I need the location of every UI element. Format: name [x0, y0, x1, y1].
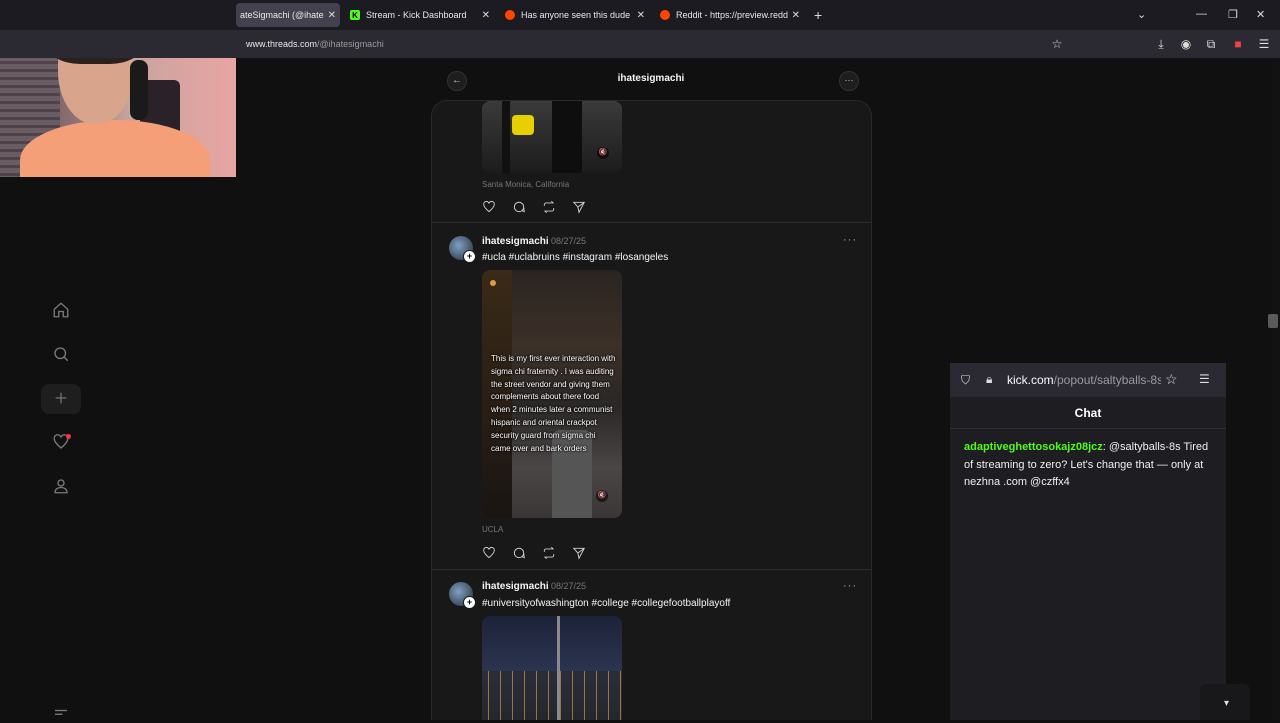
tab-kick-dashboard[interactable]: K Stream - Kick Dashboard ✕ [346, 3, 494, 27]
close-icon[interactable]: ✕ [482, 10, 490, 21]
like-icon[interactable] [482, 200, 496, 214]
reddit-favicon-icon [660, 10, 670, 20]
download-icon[interactable]: ⤓ [1153, 36, 1169, 52]
tab-title: Has anyone seen this dude on [521, 10, 633, 20]
url-text[interactable]: www.threads.com/@ihatesigmachi [246, 39, 384, 49]
feed: 🔇 Santa Monica, California + ihatesigmac… [431, 100, 872, 720]
more-icon[interactable]: ··· [839, 71, 859, 91]
follow-plus-icon[interactable]: + [463, 250, 476, 263]
post-more-icon[interactable]: ··· [843, 580, 857, 592]
post-text[interactable]: #universityofwashington #college #colleg… [482, 598, 730, 609]
tab-title: ateSigmachi (@ihatesigm [240, 10, 324, 20]
chat-url-text[interactable]: kick.com/popout/saltyballs-8s [1007, 373, 1161, 387]
chat-url-bar[interactable]: ⛉ 🔒︎ kick.com/popout/saltyballs-8s ☆ ☰ [950, 363, 1226, 397]
post-actions [482, 200, 592, 214]
chat-username[interactable]: adaptiveghettosokajz08jcz [964, 441, 1103, 453]
page-scrollbar[interactable] [1272, 58, 1280, 720]
post-date[interactable]: 08/27/25 [551, 581, 586, 591]
repost-icon[interactable] [542, 546, 556, 560]
comment-icon[interactable] [512, 546, 526, 560]
post-date[interactable]: 08/27/25 [551, 236, 586, 246]
post-text[interactable]: #ucla #uclabruins #instagram #losangeles [482, 252, 668, 263]
video-caption-overlay: This is my first ever interaction with s… [491, 354, 616, 453]
maximize-icon[interactable]: ❐ [1228, 8, 1238, 21]
mute-icon[interactable]: 🔇 [596, 490, 608, 502]
back-icon[interactable]: ← [447, 71, 467, 91]
tab-title: Stream - Kick Dashboard [366, 10, 467, 20]
menu-icon[interactable]: ☰ [1199, 372, 1210, 386]
addon-icon[interactable]: ■ [1230, 36, 1246, 52]
new-tab-button[interactable]: + [814, 7, 822, 23]
shield-icon[interactable]: ⛉ [961, 373, 970, 388]
comment-icon[interactable] [512, 200, 526, 214]
account-icon[interactable]: ◉ [1178, 36, 1194, 52]
chat-scroll-button[interactable]: ▾ [1200, 684, 1250, 720]
share-icon[interactable] [572, 546, 586, 560]
post-username[interactable]: ihatesigmachi [482, 236, 549, 247]
lock-icon[interactable]: 🔒︎ [986, 372, 992, 387]
tab-reddit-post[interactable]: Has anyone seen this dude on ✕ [501, 3, 649, 27]
tab-reddit-preview[interactable]: Reddit - https://preview.redd.it/ ✕ [656, 3, 804, 27]
post-actions [482, 546, 592, 560]
search-icon[interactable] [50, 343, 72, 365]
post-location[interactable]: Santa Monica, California [482, 180, 569, 189]
chat-message: adaptiveghettosokajz08jcz: @saltyballs-8… [964, 439, 1214, 492]
extensions-icon[interactable]: ⧉ [1203, 36, 1219, 52]
follow-plus-icon[interactable]: + [463, 596, 476, 609]
minimize-icon[interactable]: — [1196, 8, 1207, 20]
chat-divider [950, 428, 1226, 429]
post-more-icon[interactable]: ··· [843, 234, 857, 246]
activity-icon[interactable] [50, 431, 72, 453]
scroll-down-icon[interactable]: ▾ [1224, 698, 1229, 709]
post-video[interactable]: 🔇 [482, 101, 622, 173]
post-video[interactable] [482, 616, 622, 720]
mute-icon[interactable]: 🔇 [597, 147, 609, 159]
list-all-tabs-icon[interactable]: ⌄ [1137, 8, 1146, 21]
like-icon[interactable] [482, 546, 496, 560]
profile-icon[interactable] [50, 475, 72, 497]
close-icon[interactable]: ✕ [792, 10, 800, 21]
threads-sidebar [36, 58, 86, 720]
menu-icon[interactable]: ☰ [1256, 36, 1272, 52]
post-video[interactable]: This is my first ever interaction with s… [482, 270, 622, 518]
bookmark-star-icon[interactable]: ☆ [1049, 36, 1065, 52]
post-location[interactable]: UCLA [482, 525, 503, 534]
repost-icon[interactable] [542, 200, 556, 214]
kick-favicon-icon: K [350, 10, 360, 20]
chat-title: Chat [1074, 406, 1102, 420]
share-icon[interactable] [572, 200, 586, 214]
page-title: ihatesigmachi [617, 73, 685, 84]
post-divider [432, 569, 871, 570]
window-close-icon[interactable]: ✕ [1256, 8, 1265, 21]
chat-popout-window: ⛉ 🔒︎ kick.com/popout/saltyballs-8s ☆ ☰ C… [950, 363, 1226, 720]
home-icon[interactable] [50, 299, 72, 321]
reddit-favicon-icon [505, 10, 515, 20]
bookmark-star-icon[interactable]: ☆ [1165, 371, 1178, 388]
tab-threads[interactable]: ateSigmachi (@ihatesigm ✕ [236, 3, 340, 27]
close-icon[interactable]: ✕ [328, 10, 336, 21]
url-bar[interactable]: www.threads.com/@ihatesigmachi [0, 30, 1280, 58]
close-icon[interactable]: ✕ [637, 10, 645, 21]
tab-title: Reddit - https://preview.redd.it/ [676, 10, 788, 20]
scrollbar-thumb[interactable] [1268, 314, 1278, 328]
post-divider [432, 222, 871, 223]
post-username[interactable]: ihatesigmachi [482, 581, 549, 592]
create-icon[interactable] [50, 387, 72, 409]
browser-tab-bar: ateSigmachi (@ihatesigm ✕ K Stream - Kic… [0, 0, 1280, 30]
